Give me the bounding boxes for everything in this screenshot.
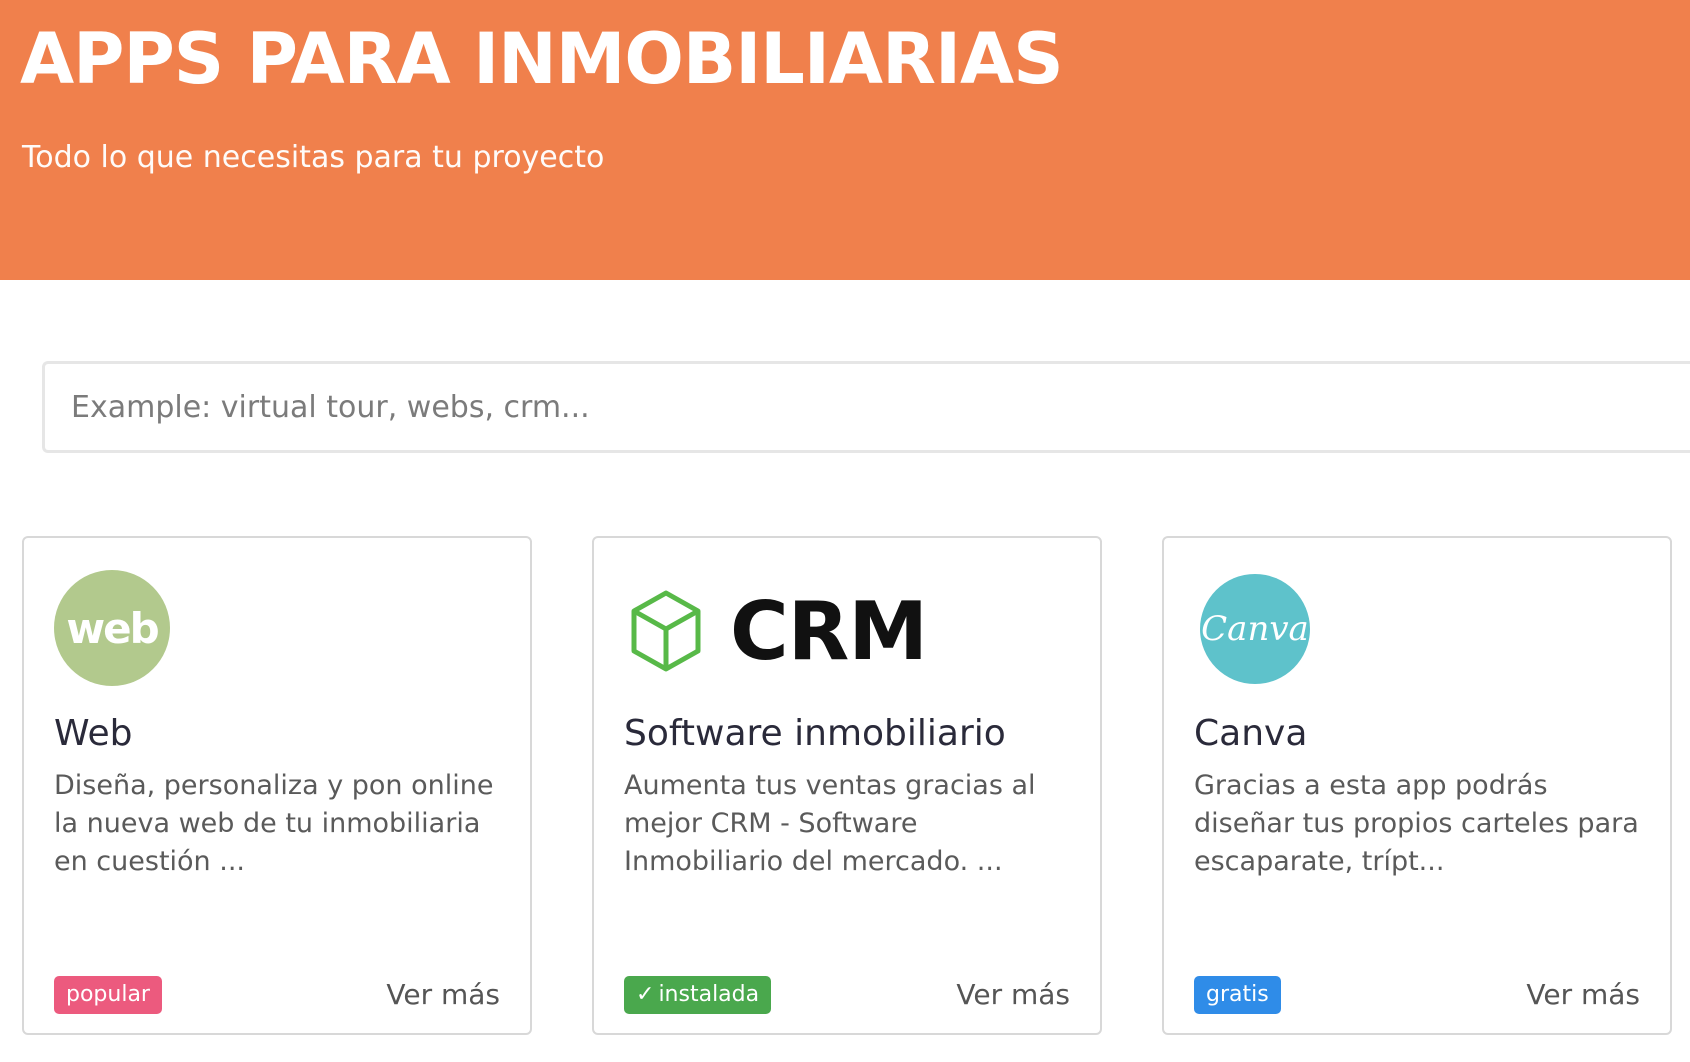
page-title: APPS PARA INMOBILIARIAS: [20, 18, 1064, 100]
app-card-web[interactable]: web Web Diseña, personaliza y pon online…: [22, 536, 532, 1035]
installed-badge-label: instalada: [658, 982, 760, 1007]
app-card-crm[interactable]: CRM Software inmobiliario Aumenta tus ve…: [592, 536, 1102, 1035]
ver-mas-link[interactable]: Ver más: [386, 976, 500, 1014]
popular-badge: popular: [54, 976, 162, 1014]
crm-logo-text: CRM: [730, 584, 928, 678]
card-description: Diseña, personaliza y pon online la nuev…: [54, 770, 494, 877]
check-icon: ✓: [636, 982, 655, 1007]
web-logo: web: [54, 570, 170, 686]
card-description: Gracias a esta app podrás diseñar tus pr…: [1194, 770, 1639, 877]
search-input[interactable]: [42, 361, 1690, 453]
free-badge: gratis: [1194, 976, 1281, 1014]
card-description: Aumenta tus ventas gracias al mejor CRM …: [624, 770, 1036, 877]
page-header: APPS PARA INMOBILIARIAS Todo lo que nece…: [0, 0, 1690, 280]
page-subtitle: Todo lo que necesitas para tu proyecto: [22, 140, 605, 175]
canva-logo: Canva: [1200, 574, 1310, 684]
ver-mas-link[interactable]: Ver más: [1526, 976, 1640, 1014]
cube-icon: [631, 590, 701, 672]
card-title: Software inmobiliario: [624, 713, 1006, 754]
card-title: Canva: [1194, 713, 1308, 754]
crm-logo: CRM: [630, 584, 928, 678]
ver-mas-link[interactable]: Ver más: [956, 976, 1070, 1014]
app-card-canva[interactable]: Canva Canva Gracias a esta app podrás di…: [1162, 536, 1672, 1035]
installed-badge: ✓ instalada: [624, 976, 772, 1014]
card-title: Web: [54, 713, 133, 754]
